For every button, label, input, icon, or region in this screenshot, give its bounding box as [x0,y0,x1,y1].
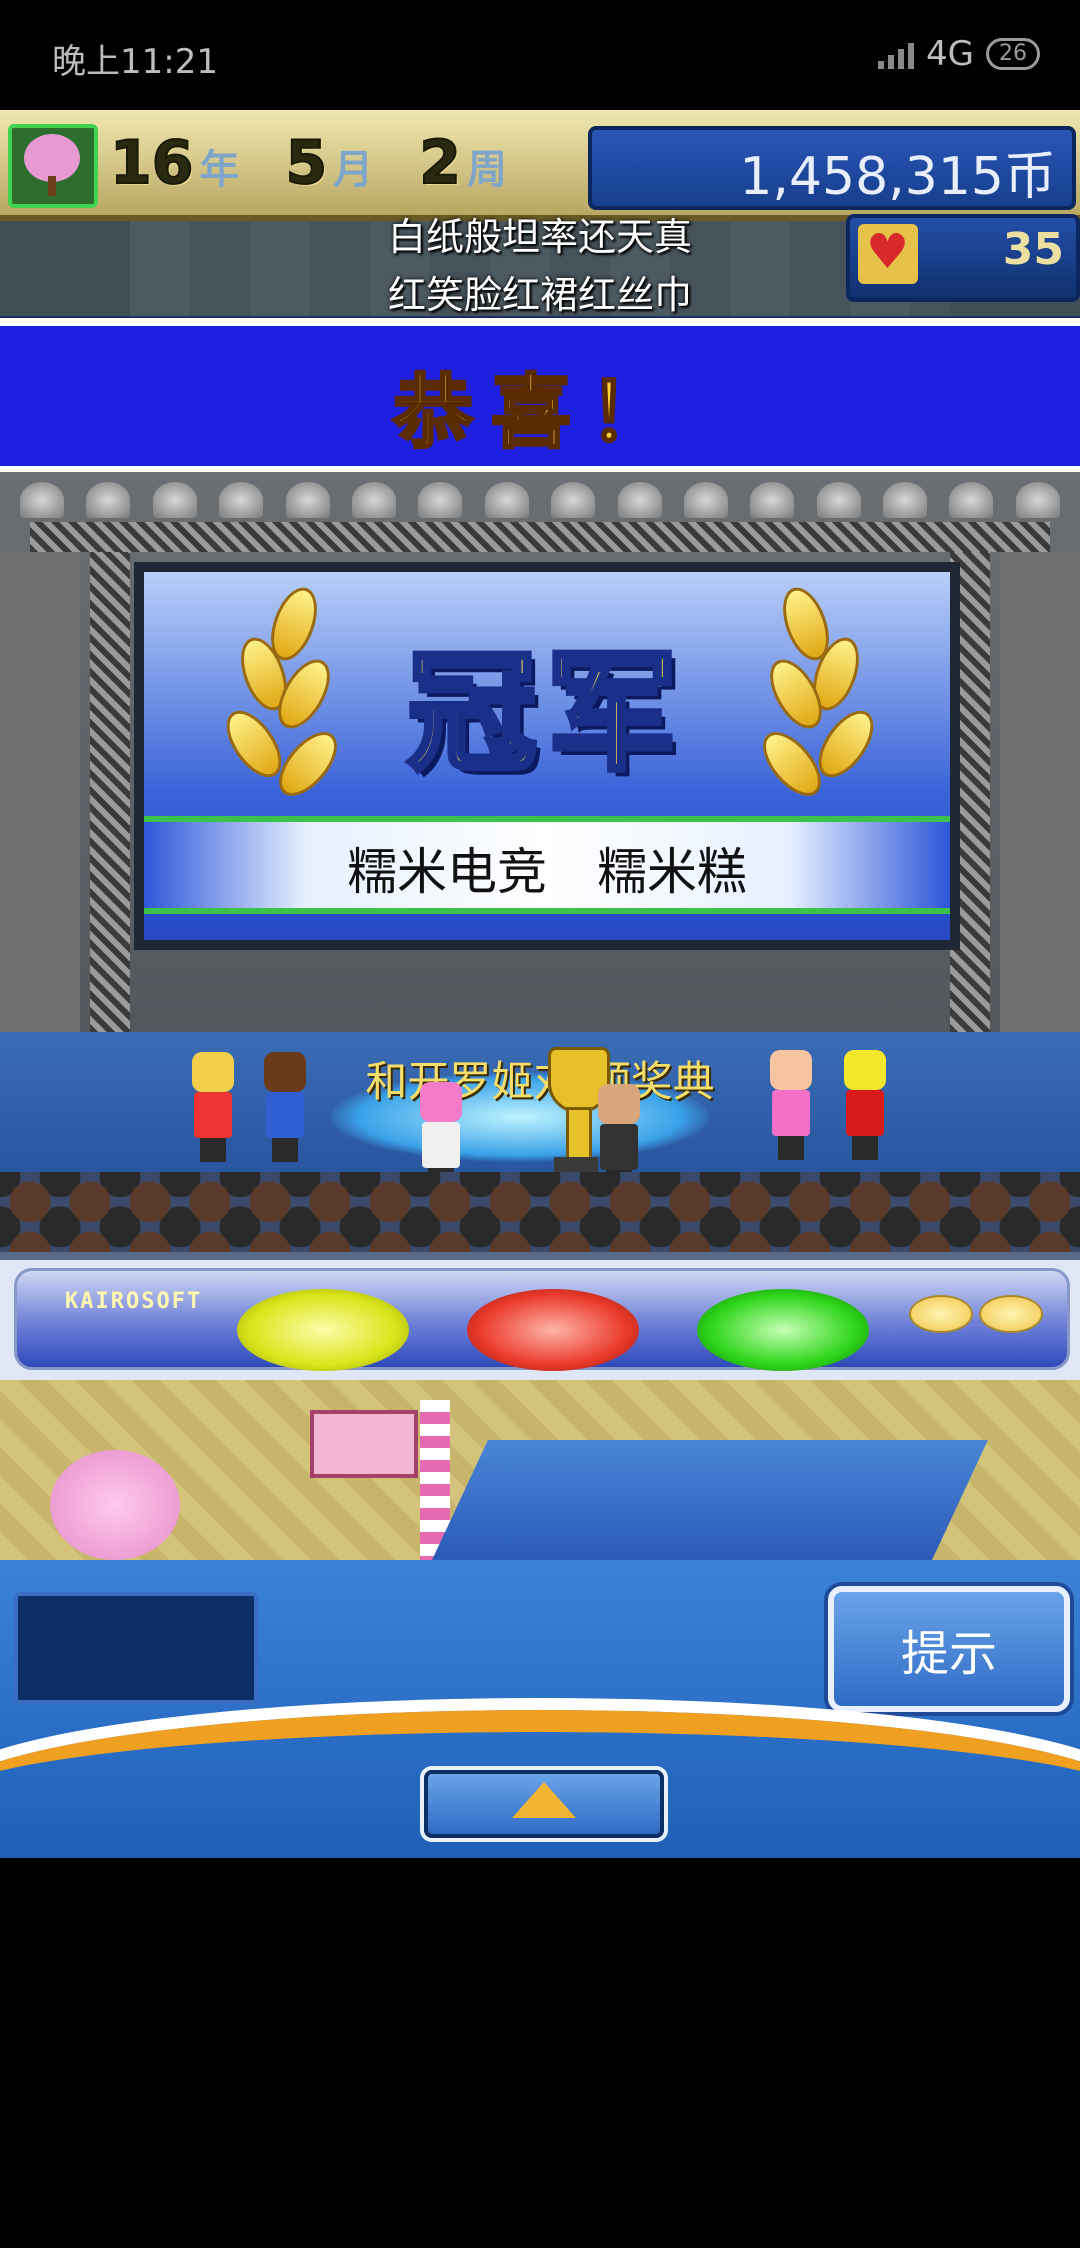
year-value: 16 [109,127,194,199]
signal-icon [878,39,915,69]
info-box [14,1592,258,1704]
week-unit: 周 [467,147,507,193]
hint-button[interactable]: 提示 [828,1586,1070,1712]
battery-icon: 26 [986,38,1040,70]
money-display: 1,458,315币 [588,126,1076,210]
winner-name: 糯米电竞 糯米糕 [347,843,747,901]
fans-count: 35 [1002,224,1064,275]
brand-logo: KAIROSOFT [65,1289,203,1314]
congrats-title: 恭喜！ [392,365,687,461]
status-time: 晚上11:21 [52,42,218,82]
city-view[interactable] [0,1380,1080,1560]
character-mascot-yellow [838,1050,892,1160]
week-value: 2 [418,127,462,199]
shop-arch [310,1410,418,1478]
game-date: 16 年 5 月 2 周 [109,127,547,199]
speaker-right [1000,552,1080,1032]
yellow-button[interactable] [237,1289,409,1371]
top-hud: 16 年 5 月 2 周 1,458,315币 [0,110,1080,221]
heart-icon: ♥ [858,224,918,284]
champion-headline: 冠军 [404,635,687,792]
stage-lights [20,482,1060,522]
game-screen: 16 年 5 月 2 周 1,458,315币 白纸般坦率还天真 红笑脸红裙红丝… [0,110,1080,1858]
red-button[interactable] [467,1289,639,1371]
stage-screen: 冠军 糯米电竞 糯米糕 [134,562,960,950]
arrow-up-icon [512,1782,576,1818]
ceremony-caption: 和开罗姬对 颁奖典 [365,1057,715,1106]
green-button[interactable] [697,1289,869,1371]
control-bar: KAIROSOFT [0,1252,1080,1380]
shop-floor [432,1440,988,1560]
year-unit: 年 [199,147,240,193]
speaker-left [0,552,80,1032]
network-type: 4G [926,34,974,74]
congrats-banner: 恭喜！ [0,318,1080,474]
coin-icon [979,1295,1043,1333]
coin-icon [909,1295,973,1333]
month-unit: 月 [333,147,374,193]
expand-menu-button[interactable] [424,1770,664,1838]
character-boy [258,1052,312,1162]
control-panel: KAIROSOFT [14,1268,1070,1371]
month-value: 5 [285,127,329,199]
status-bar: 晚上11:21 4G 26 [0,0,1080,110]
award-stage: 冠军 糯米电竞 糯米糕 和开罗姬对 颁奖典 [0,472,1080,1272]
fans-display: ♥ 35 [846,214,1080,302]
truss-pillar-left [90,552,130,1032]
winner-ribbon: 糯米电竞 糯米糕 [144,816,950,914]
character-mascot-pink [764,1050,818,1160]
money-value: 1,458,315币 [739,147,1056,207]
character-girl [186,1052,240,1162]
cherry-tree [50,1450,180,1560]
stage-truss [30,522,1050,552]
season-tree-icon [8,124,98,208]
status-indicators: 4G 26 [878,34,1040,74]
